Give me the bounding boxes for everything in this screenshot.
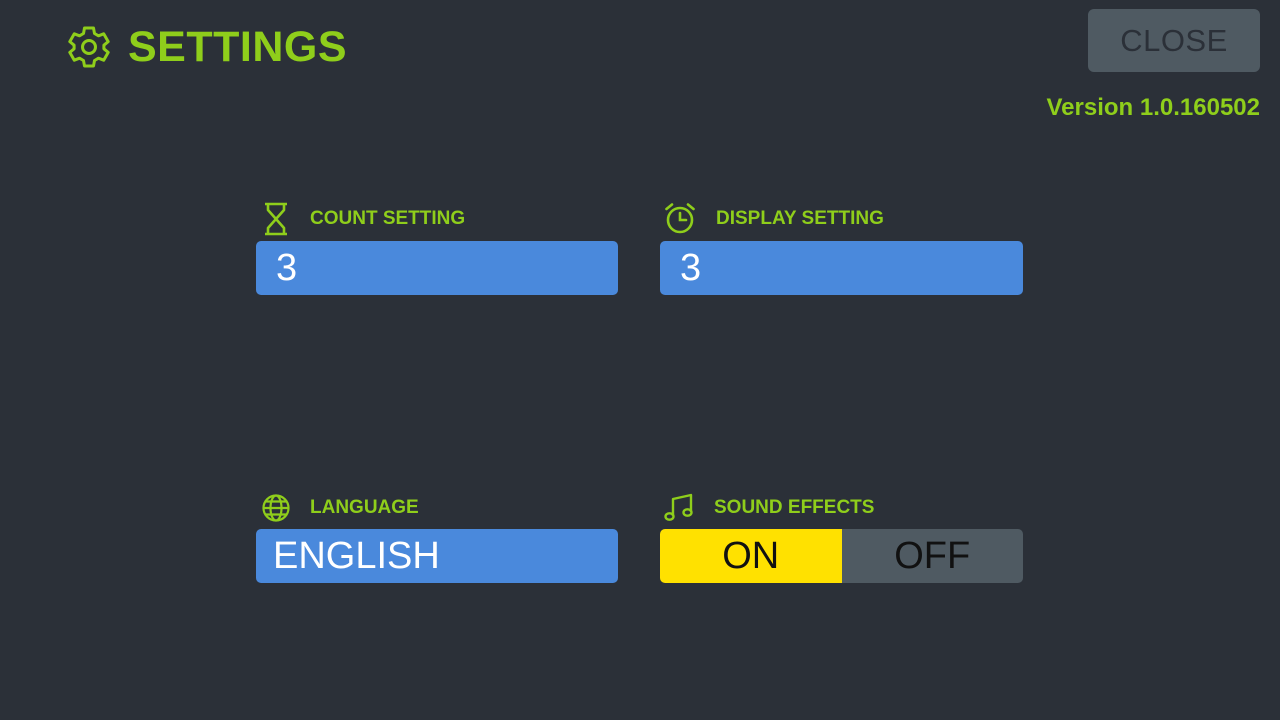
hourglass-icon <box>262 202 290 236</box>
page-title: SETTINGS <box>128 22 348 71</box>
language-text: LANGUAGE <box>310 497 419 518</box>
sound-effects-label: SOUND EFFECTS <box>664 492 874 524</box>
music-note-icon <box>664 492 694 524</box>
page-header: SETTINGS <box>68 22 347 72</box>
gear-icon <box>68 25 110 69</box>
language-value: ENGLISH <box>273 534 440 577</box>
count-setting-text: COUNT SETTING <box>310 208 466 229</box>
sound-effects-toggle: ON OFF <box>660 529 1023 583</box>
count-setting-field[interactable]: 3 <box>256 241 618 295</box>
display-setting-text: DISPLAY SETTING <box>716 208 884 229</box>
close-button[interactable]: CLOSE <box>1088 9 1260 72</box>
alarm-clock-icon <box>664 202 696 236</box>
language-label: LANGUAGE <box>262 492 419 524</box>
display-setting-label: DISPLAY SETTING <box>664 202 884 236</box>
count-setting-value: 3 <box>276 246 298 289</box>
display-setting-value: 3 <box>680 246 702 289</box>
version-label: Version 1.0.160502 <box>1046 94 1261 121</box>
globe-icon <box>262 492 290 524</box>
sound-off-option[interactable]: OFF <box>841 529 1023 583</box>
language-field[interactable]: ENGLISH <box>256 529 618 583</box>
sound-on-option[interactable]: ON <box>660 529 842 583</box>
display-setting-field[interactable]: 3 <box>660 241 1023 295</box>
settings-screen: SETTINGS CLOSE Version 1.0.160502 COUNT … <box>0 0 1280 720</box>
count-setting-label: COUNT SETTING <box>262 202 465 236</box>
sound-effects-text: SOUND EFFECTS <box>714 497 875 518</box>
